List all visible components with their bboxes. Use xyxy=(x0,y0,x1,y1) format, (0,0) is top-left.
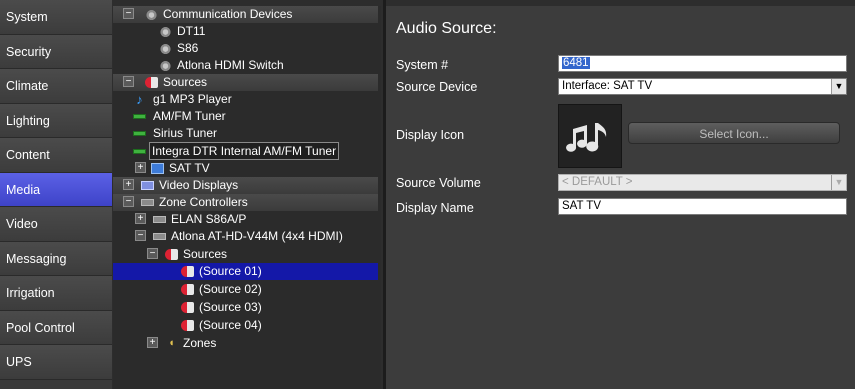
audio-source-panel: Audio Source: System # 6481 Source Devic… xyxy=(386,6,855,389)
expand-toggle[interactable]: + xyxy=(135,162,146,173)
device-tree: − Communication Devices DT11 S86 Atlona … xyxy=(113,6,381,389)
gear-icon xyxy=(145,9,158,20)
nav-media[interactable]: Media xyxy=(0,172,112,207)
tree-node-label: (Source 02) xyxy=(199,282,262,296)
source-volume-value: < DEFAULT > xyxy=(562,176,633,188)
speaker-icon xyxy=(181,302,194,313)
tree-node-label: (Source 04) xyxy=(199,318,262,332)
system-number-label: System # xyxy=(396,58,449,72)
speaker-icon xyxy=(181,266,194,277)
zone-icon: ◖ xyxy=(168,337,175,349)
tree-node-label: Atlona HDMI Switch xyxy=(177,58,284,72)
gear-icon xyxy=(159,43,172,54)
expand-toggle[interactable]: + xyxy=(135,213,146,224)
gear-icon xyxy=(159,26,172,37)
music-notes-icon xyxy=(566,123,607,152)
speaker-icon xyxy=(145,77,158,88)
collapse-toggle[interactable]: − xyxy=(123,8,134,19)
speaker-icon xyxy=(165,249,178,260)
display-icon xyxy=(141,181,154,190)
tree-node-label: S86 xyxy=(177,41,199,55)
tree-node-label: SAT TV xyxy=(169,161,210,175)
nav-security[interactable]: Security xyxy=(0,34,112,69)
display-name-value: SAT TV xyxy=(562,200,601,212)
collapse-toggle[interactable]: − xyxy=(123,196,134,207)
category-sidebar: System Security Climate Lighting Content… xyxy=(0,0,112,389)
tree-node-label: (Source 01) xyxy=(199,264,262,278)
tree-node-sources[interactable]: − Sources xyxy=(113,74,378,91)
tree-node-video-displays[interactable]: + Video Displays xyxy=(113,177,378,194)
expand-toggle[interactable]: + xyxy=(147,337,158,348)
controller-icon xyxy=(153,233,166,240)
tuner-icon xyxy=(133,114,146,119)
system-number-value: 6481 xyxy=(562,57,590,69)
source-device-label: Source Device xyxy=(396,80,478,94)
tree-node-label: Sirius Tuner xyxy=(153,126,218,140)
nav-content[interactable]: Content xyxy=(0,138,112,173)
tree-node-label: Sources xyxy=(183,247,228,261)
source-volume-select[interactable]: < DEFAULT > ▼ xyxy=(558,174,847,191)
system-number-field[interactable]: 6481 xyxy=(558,55,847,72)
dropdown-arrow-icon[interactable]: ▼ xyxy=(831,79,846,94)
sat-tv-icon xyxy=(151,163,164,174)
tree-node-label: ELAN S86A/P xyxy=(171,212,247,226)
tree-node-label: g1 MP3 Player xyxy=(153,92,232,106)
speaker-icon xyxy=(181,284,194,295)
tree-node-label: AM/FM Tuner xyxy=(153,109,226,123)
tuner-icon xyxy=(133,149,146,154)
tree-node-label: DT11 xyxy=(177,24,206,38)
nav-climate[interactable]: Climate xyxy=(0,69,112,104)
tree-node-label: Sources xyxy=(163,75,208,89)
tree-node-label: Zone Controllers xyxy=(159,195,248,209)
collapse-toggle[interactable]: − xyxy=(123,76,134,87)
controller-icon xyxy=(141,199,154,206)
source-device-select[interactable]: Interface: SAT TV ▼ xyxy=(558,78,847,95)
tree-node-label: (Source 03) xyxy=(199,300,262,314)
nav-irrigation[interactable]: Irrigation xyxy=(0,276,112,311)
tree-node-zone-controllers[interactable]: − Zone Controllers xyxy=(113,194,378,211)
tuner-icon xyxy=(133,131,146,136)
tree-node-label: Zones xyxy=(183,336,217,350)
tree-node-label: Integra DTR Internal AM/FM Tuner xyxy=(149,142,340,160)
speaker-icon xyxy=(181,320,194,331)
nav-system[interactable]: System xyxy=(0,0,112,35)
controller-icon xyxy=(153,216,166,223)
source-volume-label: Source Volume xyxy=(396,176,481,190)
display-icon-preview xyxy=(558,104,622,168)
nav-ups[interactable]: UPS xyxy=(0,345,112,380)
tree-node-label: Atlona AT-HD-V44M (4x4 HDMI) xyxy=(171,229,343,243)
tree-node-label: Communication Devices xyxy=(163,7,293,21)
collapse-toggle[interactable]: − xyxy=(135,230,146,241)
tree-node-source-01[interactable]: (Source 01) xyxy=(113,263,378,280)
nav-pool-control[interactable]: Pool Control xyxy=(0,310,112,345)
nav-messaging[interactable]: Messaging xyxy=(0,241,112,276)
expand-toggle[interactable]: + xyxy=(123,179,134,190)
nav-video[interactable]: Video xyxy=(0,207,112,242)
display-name-label: Display Name xyxy=(396,201,474,215)
music-note-icon: ♪ xyxy=(136,92,143,107)
tree-node-communication-devices[interactable]: − Communication Devices xyxy=(113,6,378,23)
tree-node-label: Video Displays xyxy=(159,178,239,192)
collapse-toggle[interactable]: − xyxy=(147,248,158,259)
gear-icon xyxy=(159,60,172,71)
display-name-field[interactable]: SAT TV xyxy=(558,198,847,215)
source-device-value: Interface: SAT TV xyxy=(562,80,653,92)
display-icon-label: Display Icon xyxy=(396,128,465,142)
nav-lighting[interactable]: Lighting xyxy=(0,103,112,138)
dropdown-arrow-icon[interactable]: ▼ xyxy=(831,175,846,190)
select-icon-button[interactable]: Select Icon... xyxy=(628,122,840,144)
panel-title: Audio Source: xyxy=(396,20,497,37)
